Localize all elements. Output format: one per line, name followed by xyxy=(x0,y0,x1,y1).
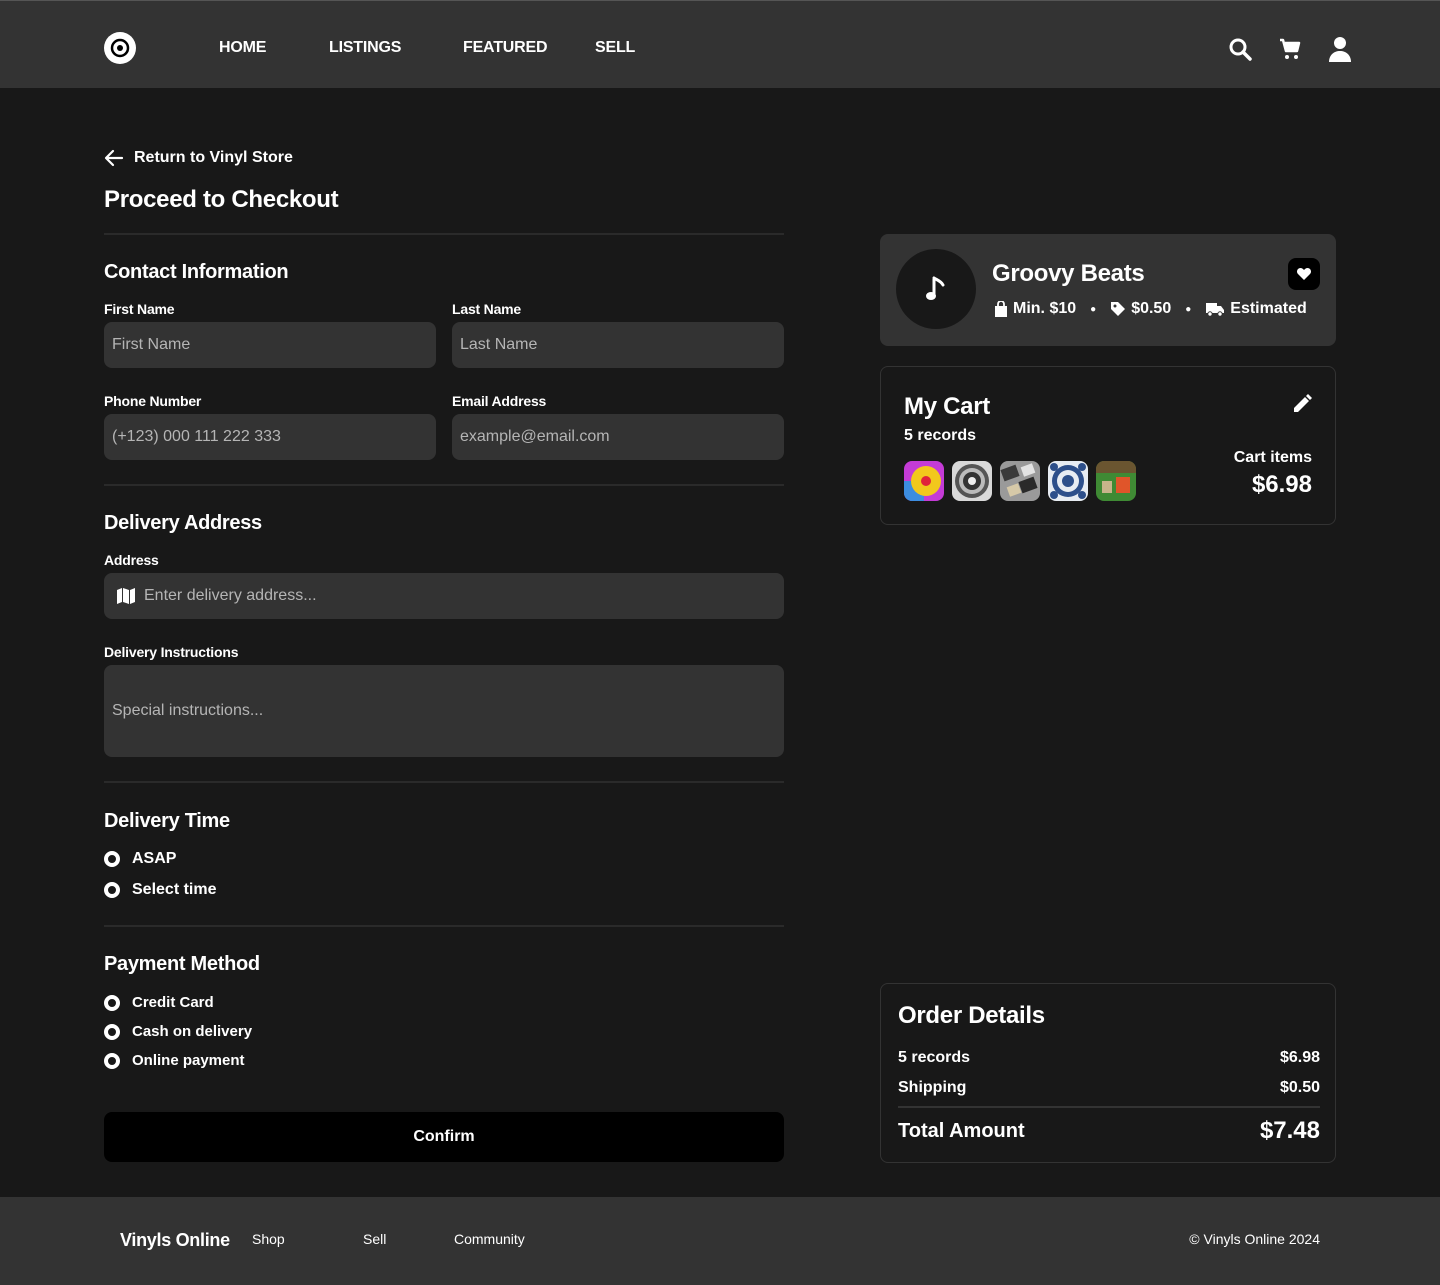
option-label: Select time xyxy=(132,881,217,898)
footer-link-sell[interactable]: Sell xyxy=(363,1231,386,1247)
order-details-card: Order Details 5 records $6.98 Shipping $… xyxy=(880,983,1336,1163)
store-meta: Min. $10 ● $0.50 ● Estimated xyxy=(994,300,1307,318)
arrow-left-icon xyxy=(104,149,124,167)
search-icon[interactable] xyxy=(1227,36,1253,62)
instructions-label: Delivery Instructions xyxy=(104,644,239,660)
last-name-label: Last Name xyxy=(452,301,522,317)
price-tag-icon xyxy=(1111,302,1126,316)
order-row-shipping: Shipping $0.50 xyxy=(898,1079,1320,1097)
first-name-field[interactable]: First Name xyxy=(104,322,436,368)
divider xyxy=(898,1106,1320,1108)
store-name: Groovy Beats xyxy=(992,260,1145,287)
divider xyxy=(104,925,784,927)
cart-card: My Cart 5 records Cart items $6.98 xyxy=(880,366,1336,525)
address-placeholder: Enter delivery address... xyxy=(144,587,317,604)
top-navbar: HOME LISTINGS FEATURED SELL xyxy=(0,0,1440,88)
contact-section-title: Contact Information xyxy=(104,261,289,283)
delivery-option-asap[interactable]: ASAP xyxy=(104,850,176,868)
radio-icon xyxy=(104,882,120,898)
nav-link-sell[interactable]: SELL xyxy=(595,39,635,57)
email-label: Email Address xyxy=(452,393,547,409)
address-label: Address xyxy=(104,552,159,568)
heart-icon xyxy=(1296,267,1312,280)
payment-section-title: Payment Method xyxy=(104,953,260,975)
return-to-store-link[interactable]: Return to Vinyl Store xyxy=(104,148,293,168)
option-label: Online payment xyxy=(132,1052,245,1069)
order-details-title: Order Details xyxy=(898,1002,1045,1029)
payment-option-online[interactable]: Online payment xyxy=(104,1052,245,1069)
record-thumbnail[interactable] xyxy=(1096,461,1136,501)
nav-link-featured[interactable]: FEATURED xyxy=(463,39,548,57)
radio-icon xyxy=(104,994,120,1011)
nav-link-listings[interactable]: LISTINGS xyxy=(329,39,401,57)
return-label: Return to Vinyl Store xyxy=(134,149,293,166)
cart-record-count: 5 records xyxy=(904,427,977,444)
cart-thumbnails xyxy=(904,461,1136,501)
delivery-option-select-time[interactable]: Select time xyxy=(104,881,216,899)
page-title: Proceed to Checkout xyxy=(104,186,339,213)
option-label: Cash on delivery xyxy=(132,1023,253,1040)
confirm-button[interactable]: Confirm xyxy=(104,1112,784,1162)
favorite-button[interactable] xyxy=(1288,258,1320,290)
footer-link-shop[interactable]: Shop xyxy=(252,1231,285,1247)
delivery-estimate: Estimated xyxy=(1230,300,1307,317)
order-row-value: $6.98 xyxy=(1279,1049,1320,1066)
footer-brand: Vinyls Online xyxy=(120,1230,230,1250)
store-avatar xyxy=(896,249,976,329)
payment-option-cash[interactable]: Cash on delivery xyxy=(104,1023,252,1040)
option-label: Credit Card xyxy=(132,994,214,1011)
radio-icon xyxy=(104,1023,120,1040)
record-thumbnail[interactable] xyxy=(1000,461,1040,501)
footer-link-community[interactable]: Community xyxy=(454,1231,525,1247)
user-icon[interactable] xyxy=(1327,36,1353,62)
radio-icon xyxy=(104,851,120,867)
map-icon xyxy=(117,588,135,604)
total-amount-label: Total Amount xyxy=(898,1120,1025,1142)
vinyl-logo-icon[interactable] xyxy=(104,32,136,64)
shopping-bag-icon xyxy=(995,301,1007,317)
phone-field[interactable]: (+123) 000 111 222 333 xyxy=(104,414,436,460)
divider xyxy=(104,233,784,235)
record-thumbnail[interactable] xyxy=(1048,461,1088,501)
copyright: © Vinyls Online 2024 xyxy=(1189,1231,1320,1247)
last-name-field[interactable]: Last Name xyxy=(452,322,784,368)
cart-total: $6.98 xyxy=(1251,471,1312,498)
pencil-icon xyxy=(1294,394,1312,412)
order-total-row: Total Amount $7.48 xyxy=(898,1117,1320,1145)
divider xyxy=(104,484,784,486)
email-field[interactable]: example@email.com xyxy=(452,414,784,460)
nav-link-home[interactable]: HOME xyxy=(219,39,266,57)
store-card: Groovy Beats Min. $10 ● $0.50 ● Estimate… xyxy=(880,234,1336,346)
order-row-records: 5 records $6.98 xyxy=(898,1049,1320,1067)
order-row-label: Shipping xyxy=(898,1079,967,1096)
instructions-textarea[interactable]: Special instructions... xyxy=(104,665,784,757)
total-amount-value: $7.48 xyxy=(1259,1117,1320,1144)
order-row-value: $0.50 xyxy=(1279,1079,1320,1096)
footer: Vinyls Online Shop Sell Community © Viny… xyxy=(0,1197,1440,1285)
cart-icon[interactable] xyxy=(1277,36,1303,62)
delivery-truck-icon xyxy=(1206,303,1225,317)
first-name-label: First Name xyxy=(104,301,175,317)
option-label: ASAP xyxy=(132,850,177,867)
cart-title: My Cart xyxy=(904,393,990,420)
order-row-label: 5 records xyxy=(898,1049,971,1066)
phone-label: Phone Number xyxy=(104,393,202,409)
min-order: Min. $10 xyxy=(1013,300,1077,317)
delivery-section-title: Delivery Address xyxy=(104,512,262,534)
edit-cart-button[interactable] xyxy=(1291,393,1315,417)
radio-icon xyxy=(104,1052,120,1069)
divider xyxy=(104,781,784,783)
record-thumbnail[interactable] xyxy=(952,461,992,501)
service-fee: $0.50 xyxy=(1131,300,1172,317)
address-field[interactable]: Enter delivery address... xyxy=(104,573,784,619)
delivery-time-title: Delivery Time xyxy=(104,810,230,832)
music-note-icon xyxy=(926,276,945,300)
payment-option-credit-card[interactable]: Credit Card xyxy=(104,994,214,1011)
cart-items-label: Cart items xyxy=(1233,449,1312,466)
record-thumbnail[interactable] xyxy=(904,461,944,501)
